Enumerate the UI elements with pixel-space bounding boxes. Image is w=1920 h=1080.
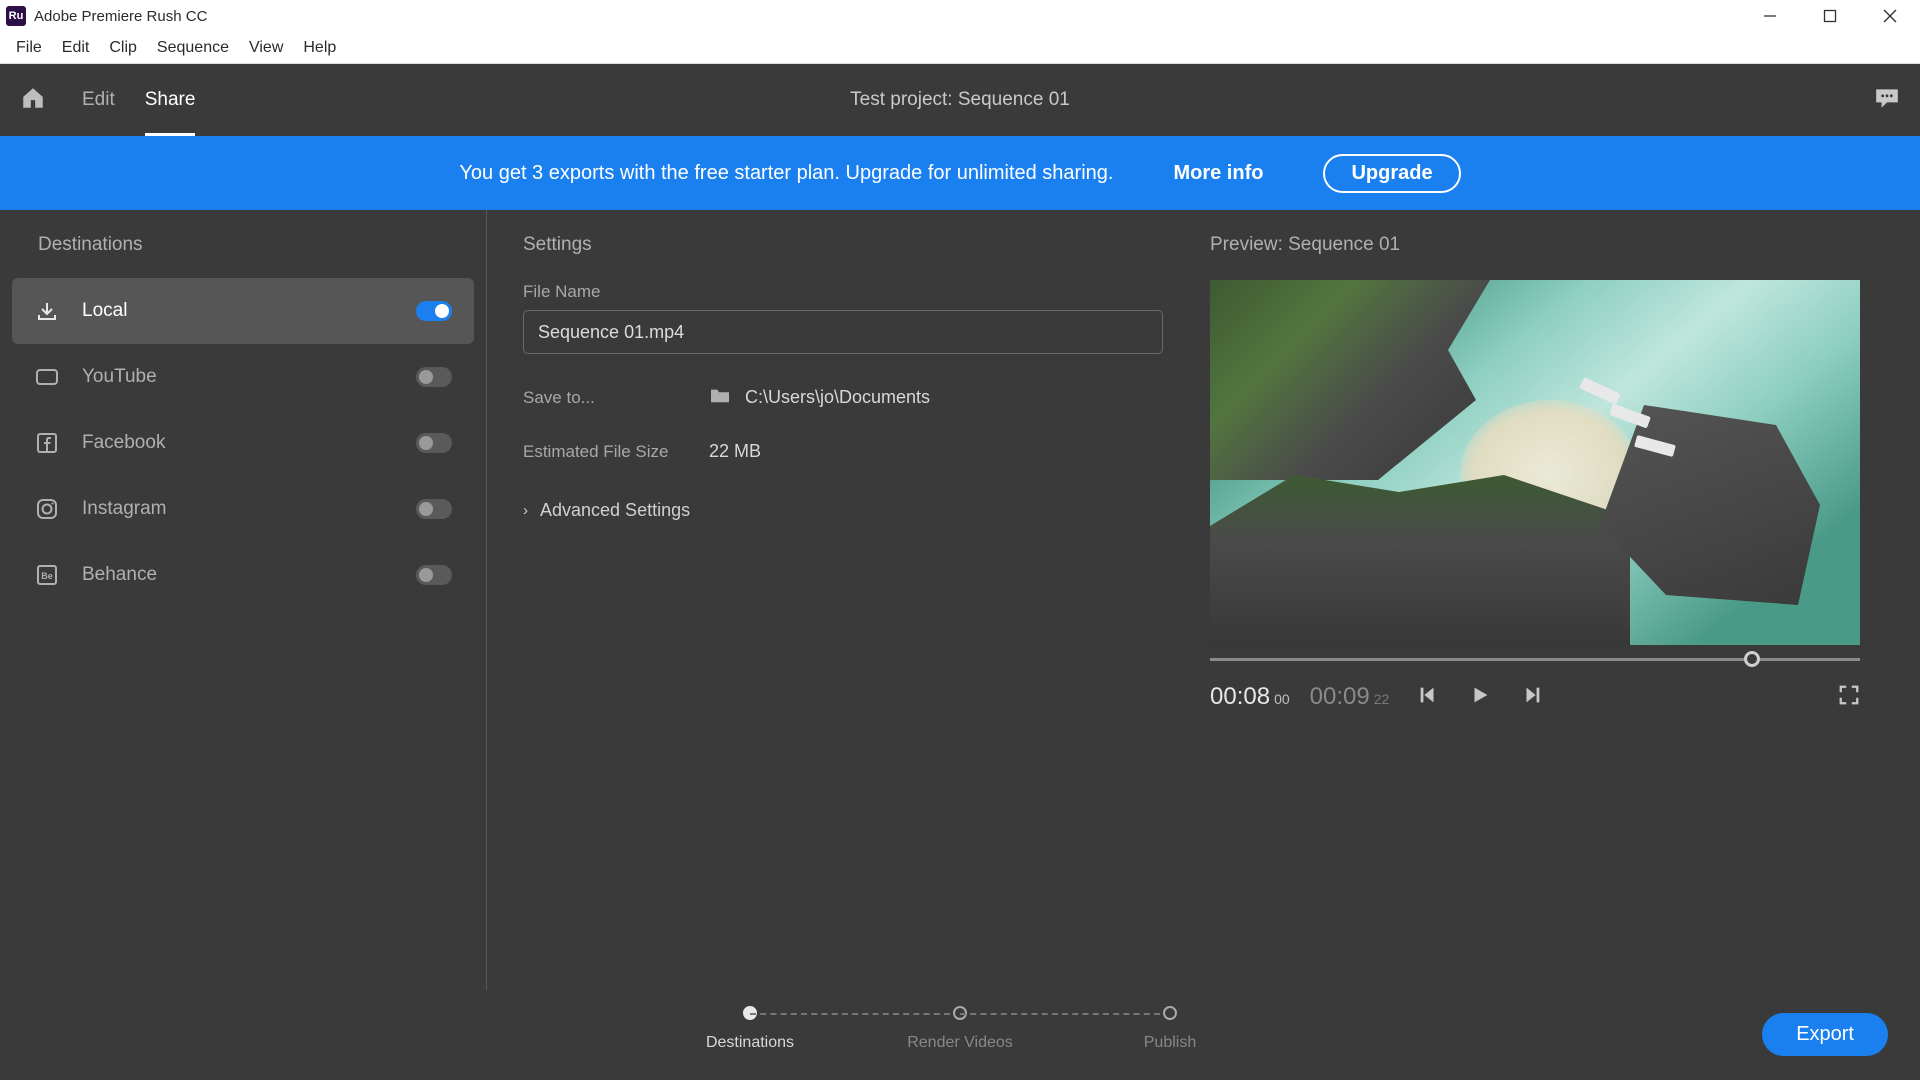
minimize-button[interactable] <box>1740 0 1800 32</box>
current-time: 00:0800 <box>1210 683 1290 711</box>
preview-video[interactable] <box>1210 280 1860 645</box>
window-title: Adobe Premiere Rush CC <box>34 8 207 25</box>
step-publish[interactable]: Publish <box>1065 1006 1275 1052</box>
fullscreen-icon[interactable] <box>1838 684 1860 711</box>
destinations-header: Destinations <box>12 234 474 256</box>
destination-facebook[interactable]: Facebook <box>12 410 474 476</box>
project-title: Test project: Sequence 01 <box>850 89 1070 111</box>
destination-behance[interactable]: Be Behance <box>12 542 474 608</box>
playhead[interactable] <box>1744 651 1760 667</box>
menu-help[interactable]: Help <box>293 35 346 61</box>
export-button[interactable]: Export <box>1762 1013 1888 1056</box>
app-logo-icon: Ru <box>6 6 26 26</box>
instagram-icon <box>34 496 60 522</box>
feedback-icon[interactable] <box>1874 87 1900 114</box>
advanced-settings-label: Advanced Settings <box>540 500 690 521</box>
play-icon[interactable] <box>1469 684 1491 711</box>
file-name-label: File Name <box>523 282 1174 302</box>
destination-label: YouTube <box>82 366 416 388</box>
step-forward-icon[interactable] <box>1521 684 1543 711</box>
tab-share[interactable]: Share <box>145 64 196 136</box>
home-icon[interactable] <box>20 85 46 116</box>
preview-panel: Preview: Sequence 01 00:0800 00:0922 <box>1210 210 1920 1080</box>
destination-label: Behance <box>82 564 416 586</box>
app-header: Edit Share Test project: Sequence 01 <box>0 64 1920 136</box>
menu-clip[interactable]: Clip <box>99 35 147 61</box>
est-size-value: 22 MB <box>709 441 761 462</box>
settings-panel: Settings File Name Save to... C:\Users\j… <box>487 210 1210 1080</box>
menu-view[interactable]: View <box>239 35 293 61</box>
destination-instagram[interactable]: Instagram <box>12 476 474 542</box>
svg-text:Be: Be <box>41 571 53 581</box>
menu-bar: File Edit Clip Sequence View Help <box>0 32 1920 64</box>
est-size-label: Estimated File Size <box>523 442 709 462</box>
progress-stepper: Destinations Render Videos Publish <box>645 1006 1275 1052</box>
destination-youtube[interactable]: YouTube <box>12 344 474 410</box>
menu-edit[interactable]: Edit <box>52 35 100 61</box>
destination-label: Instagram <box>82 498 416 520</box>
save-to-label: Save to... <box>523 388 709 408</box>
banner-message: You get 3 exports with the free starter … <box>459 162 1113 185</box>
destination-toggle[interactable] <box>416 301 452 321</box>
duration-time: 00:0922 <box>1310 683 1390 711</box>
download-icon <box>34 298 60 324</box>
file-name-input[interactable] <box>523 310 1163 354</box>
behance-icon: Be <box>34 562 60 588</box>
close-button[interactable] <box>1860 0 1920 32</box>
bottom-bar: Destinations Render Videos Publish Expor… <box>0 990 1920 1080</box>
destination-label: Local <box>82 300 416 322</box>
step-back-icon[interactable] <box>1417 684 1439 711</box>
destination-toggle[interactable] <box>416 565 452 585</box>
facebook-icon <box>34 430 60 456</box>
maximize-button[interactable] <box>1800 0 1860 32</box>
destination-local[interactable]: Local <box>12 278 474 344</box>
more-info-link[interactable]: More info <box>1173 162 1263 185</box>
folder-icon[interactable] <box>709 386 731 409</box>
preview-timeline[interactable] <box>1210 651 1860 667</box>
menu-sequence[interactable]: Sequence <box>147 35 239 61</box>
chevron-right-icon: › <box>523 502 528 519</box>
destination-toggle[interactable] <box>416 433 452 453</box>
advanced-settings-toggle[interactable]: › Advanced Settings <box>523 500 1174 521</box>
upgrade-button[interactable]: Upgrade <box>1323 154 1460 193</box>
destination-label: Facebook <box>82 432 416 454</box>
tab-edit[interactable]: Edit <box>82 64 115 136</box>
step-destinations[interactable]: Destinations <box>645 1006 855 1052</box>
destination-toggle[interactable] <box>416 367 452 387</box>
step-render[interactable]: Render Videos <box>855 1006 1065 1052</box>
menu-file[interactable]: File <box>6 35 52 61</box>
preview-header: Preview: Sequence 01 <box>1210 234 1882 256</box>
destination-toggle[interactable] <box>416 499 452 519</box>
window-titlebar: Ru Adobe Premiere Rush CC <box>0 0 1920 32</box>
upgrade-banner: You get 3 exports with the free starter … <box>0 136 1920 210</box>
save-to-path: C:\Users\jo\Documents <box>745 387 930 408</box>
youtube-icon <box>34 364 60 390</box>
settings-header: Settings <box>523 234 1174 256</box>
destinations-sidebar: Destinations Local YouTube Facebook <box>0 210 487 1080</box>
